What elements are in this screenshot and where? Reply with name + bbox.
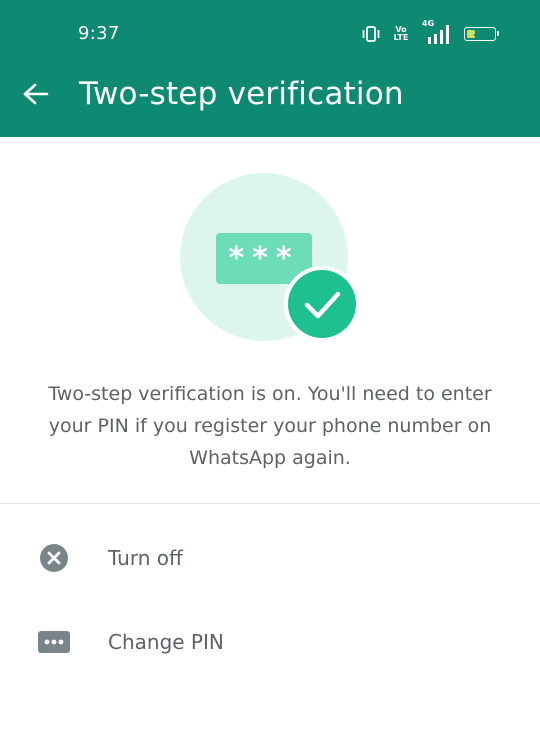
app-header: 9:37 Vo LTE 4G 29 Two-step verification — [0, 0, 540, 137]
turn-off-label: Turn off — [108, 546, 183, 570]
turn-off-button[interactable]: Turn off — [0, 523, 540, 593]
battery-level: 29 — [473, 28, 487, 39]
verification-description: Two-step verification is on. You'll need… — [48, 383, 492, 469]
status-icons: Vo LTE 4G 29 — [362, 19, 499, 46]
change-pin-label: Change PIN — [108, 630, 224, 654]
status-bar: 9:37 Vo LTE 4G 29 — [0, 0, 540, 68]
security-illustration: *** — [176, 170, 366, 350]
battery-icon: 29 — [464, 27, 499, 41]
check-circle-icon — [288, 270, 356, 338]
vibrate-icon — [362, 26, 380, 42]
password-dots-icon — [38, 626, 70, 658]
network-label: 4G — [422, 19, 435, 28]
divider — [0, 503, 540, 504]
back-button[interactable] — [18, 78, 54, 114]
volte-label-bottom: LTE — [393, 33, 409, 42]
volte-icon: Vo LTE — [392, 26, 410, 42]
signal-icon: 4G — [422, 19, 452, 45]
page-title: Two-step verification — [79, 76, 404, 112]
arrow-left-icon — [23, 83, 49, 109]
status-time: 9:37 — [78, 23, 120, 44]
close-circle-icon — [38, 542, 70, 574]
change-pin-button[interactable]: Change PIN — [0, 607, 540, 677]
